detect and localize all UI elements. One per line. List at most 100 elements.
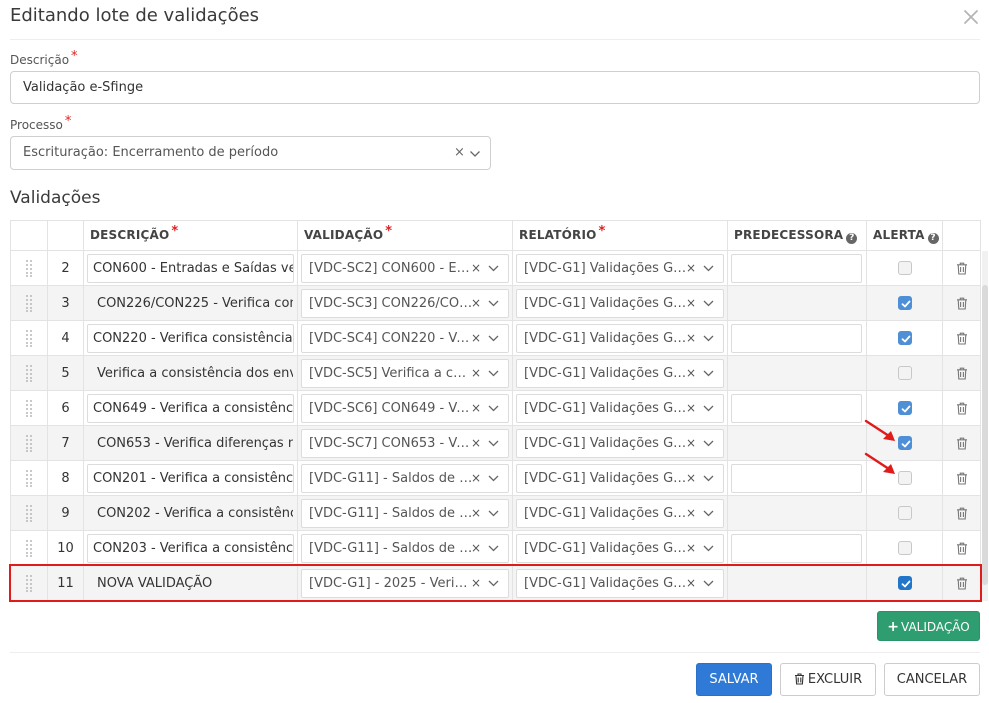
validacao-select[interactable]: [VDC-G1] - 2025 - Verifica consistência× [301, 568, 509, 598]
scrollbar-thumb[interactable] [982, 285, 988, 585]
trash-icon[interactable] [956, 367, 968, 380]
chevron-down-icon[interactable] [703, 265, 714, 272]
chevron-down-icon[interactable] [488, 510, 499, 517]
drag-handle-icon[interactable] [25, 329, 33, 347]
descricao-row-input[interactable]: CON653 - Verifica diferenças na [87, 429, 294, 458]
clear-icon[interactable]: × [471, 430, 481, 457]
drag-cell[interactable] [10, 565, 48, 601]
drag-handle-icon[interactable] [25, 259, 33, 277]
predecessora-cell[interactable] [727, 355, 867, 391]
relatorio-select[interactable]: [VDC-G1] Validações Globais× [516, 393, 724, 423]
help-icon[interactable]: ? [846, 232, 858, 244]
relatorio-select[interactable]: [VDC-G1] Validações Globais× [516, 568, 724, 598]
alerta-checkbox[interactable] [897, 401, 912, 415]
predecessora-cell[interactable] [727, 565, 867, 601]
drag-handle-icon[interactable] [25, 574, 33, 592]
add-validacao-button[interactable]: + VALIDAÇÃO [877, 611, 980, 641]
chevron-down-icon[interactable] [488, 265, 499, 272]
chevron-down-icon[interactable] [703, 300, 714, 307]
cancel-button[interactable]: CANCELAR [884, 663, 980, 696]
predecessora-input[interactable] [731, 463, 862, 493]
drag-handle-icon[interactable] [25, 294, 33, 312]
clear-icon[interactable]: × [686, 360, 696, 387]
descricao-row-input[interactable]: CON600 - Entradas e Saídas versus [87, 253, 294, 283]
chevron-down-icon[interactable] [488, 440, 499, 447]
chevron-down-icon[interactable] [488, 545, 499, 552]
drag-handle-icon[interactable] [25, 539, 33, 557]
predecessora-input[interactable] [731, 253, 862, 283]
relatorio-select[interactable]: [VDC-G1] Validações Globais× [516, 253, 724, 283]
alerta-checkbox[interactable] [897, 576, 912, 590]
help-icon[interactable]: ? [927, 232, 939, 244]
drag-cell[interactable] [10, 390, 48, 426]
trash-icon[interactable] [956, 542, 968, 555]
chevron-down-icon[interactable] [703, 510, 714, 517]
drag-cell[interactable] [10, 320, 48, 356]
chevron-down-icon[interactable] [703, 545, 714, 552]
drag-cell[interactable] [10, 355, 48, 391]
chevron-down-icon[interactable] [703, 370, 714, 377]
relatorio-select[interactable]: [VDC-G1] Validações Globais× [516, 533, 724, 563]
processo-select[interactable]: Escrituração: Encerramento de período × [10, 136, 491, 170]
predecessora-cell[interactable] [727, 425, 867, 461]
descricao-row-input[interactable]: CON203 - Verifica a consistência [87, 533, 294, 563]
descricao-row-input[interactable]: NOVA VALIDAÇÃO [87, 569, 294, 598]
descricao-row-input[interactable]: CON202 - Verifica a consistência [87, 499, 294, 528]
alerta-checkbox[interactable] [897, 296, 912, 310]
trash-icon[interactable] [956, 297, 968, 310]
trash-icon[interactable] [956, 262, 968, 275]
validacao-select[interactable]: [VDC-SC4] CON220 - Verifica consistência… [301, 323, 509, 353]
chevron-down-icon[interactable] [488, 370, 499, 377]
predecessora-input[interactable] [731, 323, 862, 353]
alerta-checkbox[interactable] [897, 331, 912, 345]
relatorio-select[interactable]: [VDC-G1] Validações Globais× [516, 498, 724, 528]
drag-cell[interactable] [10, 495, 48, 531]
drag-cell[interactable] [10, 460, 48, 496]
relatorio-select[interactable]: [VDC-G1] Validações Globais× [516, 463, 724, 493]
clear-icon[interactable]: × [686, 255, 696, 282]
predecessora-cell[interactable] [727, 285, 867, 321]
clear-icon[interactable]: × [471, 325, 481, 352]
descricao-row-input[interactable]: CON201 - Verifica a consistência [87, 463, 294, 493]
clear-icon[interactable]: × [471, 535, 481, 562]
clear-icon[interactable]: × [454, 145, 465, 160]
drag-handle-icon[interactable] [25, 434, 33, 452]
chevron-down-icon[interactable] [488, 300, 499, 307]
descricao-input[interactable]: Validação e-Sfinge [10, 71, 980, 104]
alerta-checkbox[interactable] [897, 436, 912, 450]
relatorio-select[interactable]: [VDC-G1] Validações Globais× [516, 323, 724, 353]
clear-icon[interactable]: × [686, 465, 696, 492]
validacao-select[interactable]: [VDC-G11] - Saldos de devedores× [301, 463, 509, 493]
trash-icon[interactable] [956, 472, 968, 485]
delete-button[interactable]: EXCLUIR [780, 663, 876, 696]
chevron-down-icon[interactable] [469, 150, 481, 158]
clear-icon[interactable]: × [471, 255, 481, 282]
chevron-down-icon[interactable] [703, 335, 714, 342]
clear-icon[interactable]: × [686, 570, 696, 597]
validacao-select[interactable]: [VDC-SC3] CON226/CON225 - Verifica× [301, 288, 509, 318]
validacao-select[interactable]: [VDC-SC5] Verifica a consistência× [301, 358, 509, 388]
drag-cell[interactable] [10, 285, 48, 321]
clear-icon[interactable]: × [686, 500, 696, 527]
clear-icon[interactable]: × [471, 500, 481, 527]
chevron-down-icon[interactable] [488, 335, 499, 342]
chevron-down-icon[interactable] [488, 475, 499, 482]
trash-icon[interactable] [956, 437, 968, 450]
drag-cell[interactable] [10, 250, 48, 286]
drag-cell[interactable] [10, 425, 48, 461]
clear-icon[interactable]: × [686, 535, 696, 562]
validacao-select[interactable]: [VDC-SC6] CON649 - Verifica× [301, 393, 509, 423]
alerta-checkbox[interactable] [897, 541, 912, 555]
alerta-checkbox[interactable] [897, 366, 912, 380]
drag-handle-icon[interactable] [25, 399, 33, 417]
validacao-select[interactable]: [VDC-G11] - Saldos de devedores× [301, 498, 509, 528]
chevron-down-icon[interactable] [703, 440, 714, 447]
predecessora-input[interactable] [731, 393, 862, 423]
clear-icon[interactable]: × [686, 430, 696, 457]
drag-handle-icon[interactable] [25, 504, 33, 522]
chevron-down-icon[interactable] [703, 475, 714, 482]
trash-icon[interactable] [956, 402, 968, 415]
predecessora-input[interactable] [731, 533, 862, 563]
chevron-down-icon[interactable] [703, 405, 714, 412]
validacao-select[interactable]: [VDC-G11] - Saldos de devedores× [301, 533, 509, 563]
